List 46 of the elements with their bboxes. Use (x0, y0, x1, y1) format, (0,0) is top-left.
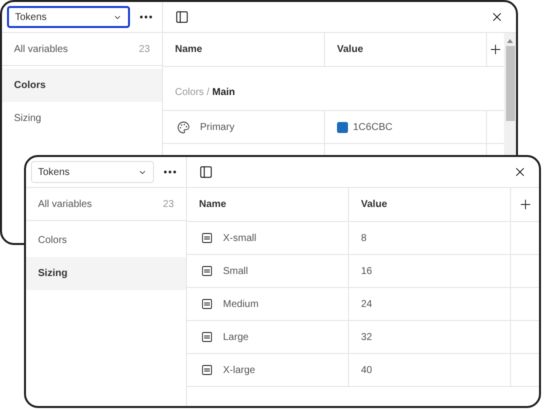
sidebar-item[interactable]: Colors (26, 224, 186, 257)
sidebar-label: Colors (14, 79, 46, 93)
collection-dropdown[interactable]: Tokens (7, 6, 130, 28)
variable-name: Large (223, 330, 249, 344)
variable-value: 8 (361, 232, 367, 246)
sidebar-label: All variables (14, 42, 68, 56)
variable-name: Medium (223, 298, 259, 312)
close-icon[interactable] (490, 10, 504, 24)
number-icon (201, 364, 213, 376)
sidebar-item[interactable]: Sizing (2, 102, 162, 135)
variable-value: 16 (361, 264, 372, 278)
variable-count: 23 (138, 42, 150, 56)
variable-value: 40 (361, 364, 372, 378)
variable-name: X-small (223, 232, 256, 246)
variable-count: 23 (162, 198, 174, 212)
variable-name: Primary (200, 120, 234, 134)
number-icon (201, 265, 213, 277)
sidebar-item[interactable]: Colors (2, 69, 162, 102)
column-header: Value (349, 188, 511, 221)
variable-name: Small (223, 264, 248, 278)
column-header: Value (325, 33, 487, 66)
number-icon (201, 298, 213, 310)
variable-value: 1C6CBC (353, 120, 392, 134)
sidebar-item[interactable]: Sizing (26, 257, 186, 290)
palette-icon (177, 120, 190, 134)
group-heading: Colors / Main (175, 86, 236, 100)
collection-dropdown[interactable]: Tokens (31, 161, 154, 183)
sidebar-item[interactable]: All variables 23 (2, 33, 162, 66)
add-icon[interactable] (488, 42, 503, 57)
sidebar-toggle-icon[interactable] (199, 165, 213, 179)
sidebar-label: Colors (38, 234, 67, 248)
column-header: Name (163, 33, 325, 66)
add-icon[interactable] (518, 197, 532, 212)
scrollbar[interactable] (504, 33, 516, 155)
column-header: Name (187, 188, 349, 221)
number-icon (201, 232, 213, 244)
variable-name: X-large (223, 364, 256, 378)
close-icon[interactable] (513, 165, 527, 179)
sidebar-item[interactable]: All variables 23 (26, 188, 186, 221)
sidebar-toggle-icon[interactable] (175, 10, 189, 24)
number-icon (201, 331, 213, 343)
variable-value: 24 (361, 298, 372, 312)
sidebar-label: Sizing (38, 267, 68, 281)
sidebar-label: All variables (38, 198, 92, 212)
variable-value: 32 (361, 330, 372, 344)
sidebar-label: Sizing (14, 112, 42, 126)
